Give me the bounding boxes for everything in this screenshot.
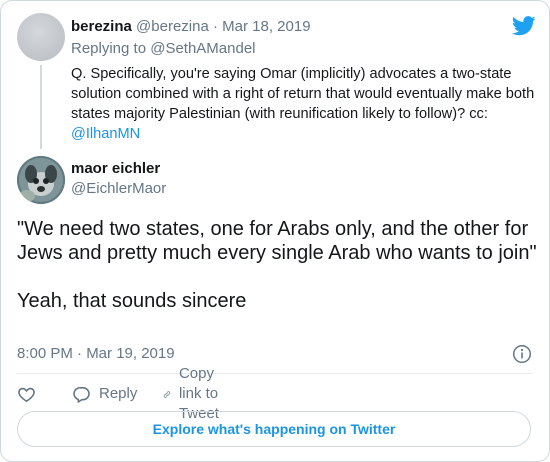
link-icon	[163, 390, 171, 398]
parent-author-name[interactable]: berezina	[71, 18, 132, 35]
main-tweet-paragraph: "We need two states, one for Arabs only,…	[17, 218, 537, 264]
reply-button[interactable]: Reply	[72, 383, 137, 405]
replying-to-line: Replying to @SethAMandel	[71, 39, 256, 59]
main-author-handle[interactable]: @EichlerMaor	[71, 179, 166, 199]
copy-link-button[interactable]: Copy link to Tweet	[163, 365, 230, 422]
tweet-timestamp[interactable]: 8:00 PM · Mar 19, 2019	[17, 344, 175, 364]
parent-tweet-header: berezina @berezina · Mar 18, 2019	[71, 17, 311, 37]
actions-divider	[17, 373, 533, 374]
main-tweet-paragraph: Yeah, that sounds sincere	[17, 290, 247, 312]
parent-tweet-body: Q. Specifically, you're saying Omar (imp…	[71, 66, 535, 122]
heart-icon	[18, 387, 35, 402]
tweet-embed-card: berezina @berezina · Mar 18, 2019 Replyi…	[0, 0, 550, 462]
like-button[interactable]	[17, 383, 36, 405]
dog-avatar-icon	[17, 156, 65, 204]
thread-connector-line	[40, 65, 42, 149]
reply-label: Reply	[99, 385, 138, 402]
replying-to-handle[interactable]: @SethAMandel	[150, 40, 255, 57]
main-tweet-text: "We need two states, one for Arabs only,…	[17, 217, 537, 313]
replying-prefix: Replying to	[71, 40, 151, 57]
parent-author-handle[interactable]: @berezina	[136, 18, 209, 35]
info-icon[interactable]	[512, 344, 532, 364]
parent-date-separator: ·	[208, 18, 223, 35]
parent-avatar[interactable]	[17, 13, 65, 61]
explore-twitter-button[interactable]: Explore what's happening on Twitter	[17, 411, 531, 447]
speech-bubble-icon	[73, 386, 90, 403]
main-author-avatar[interactable]	[17, 156, 65, 204]
parent-mention-link[interactable]: @IlhanMN	[71, 126, 140, 142]
main-author-name[interactable]: maor eichler	[71, 159, 160, 179]
twitter-bird-icon[interactable]	[512, 16, 536, 36]
parent-tweet-text: Q. Specifically, you're saying Omar (imp…	[71, 64, 541, 144]
parent-tweet-date[interactable]: Mar 18, 2019	[222, 18, 310, 35]
